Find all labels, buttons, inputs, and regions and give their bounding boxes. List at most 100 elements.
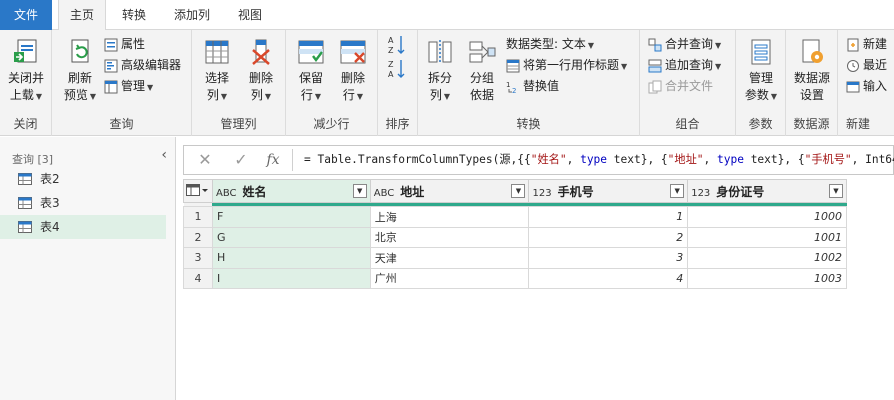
manage-parameters-button[interactable]: 管理 参数 ▼ xyxy=(739,36,783,105)
column-header-address[interactable]: ABC 地址 ▼ xyxy=(369,179,530,203)
manage-parameters-icon xyxy=(751,39,771,65)
cell-id-number[interactable]: 1000 xyxy=(687,206,847,228)
tab-view[interactable]: 视图 xyxy=(226,0,274,30)
table-row: 3 H 天津 3 1002 xyxy=(183,247,847,269)
split-column-button[interactable]: 拆分 列 ▼ xyxy=(420,36,460,105)
row-number[interactable]: 1 xyxy=(183,206,213,228)
append-queries-button[interactable]: 追加查询 ▼ xyxy=(648,55,721,75)
query-item-table4[interactable]: 表4 xyxy=(0,215,166,239)
group-combine: 合并查询 ▼ 追加查询 ▼ 合并文件 组合 xyxy=(640,30,736,136)
table-row: 4 I 广州 4 1003 xyxy=(183,267,847,289)
tab-home[interactable]: 主页 xyxy=(58,0,106,31)
filter-dropdown-icon[interactable]: ▼ xyxy=(511,184,526,198)
group-label-close: 关闭 xyxy=(13,117,38,131)
row-number[interactable]: 4 xyxy=(183,267,213,289)
filter-dropdown-icon[interactable]: ▼ xyxy=(352,184,367,198)
remove-rows-button[interactable]: 删除 行 ▼ xyxy=(332,36,374,105)
cell-name[interactable]: H xyxy=(211,247,371,269)
use-first-row-as-headers-button[interactable]: 将第一行用作标题 ▼ xyxy=(506,55,627,75)
cell-id-number[interactable]: 1003 xyxy=(687,267,847,289)
sort-descending-icon: ZA xyxy=(388,60,405,79)
number-type-icon[interactable]: 123 xyxy=(532,188,551,199)
text-type-icon[interactable]: ABC xyxy=(216,188,237,199)
advanced-editor-icon xyxy=(104,59,118,72)
cell-phone[interactable]: 4 xyxy=(528,267,689,289)
group-label-datasource: 数据源 xyxy=(793,117,830,131)
cell-name[interactable]: F xyxy=(211,206,371,228)
formula-separator xyxy=(292,149,293,171)
group-manage-columns: 选择 列 ▼ 删除 列 ▼ 管理列 xyxy=(192,30,286,136)
number-type-icon[interactable]: 123 xyxy=(691,188,710,199)
sort-ascending-button[interactable]: AZ xyxy=(388,34,408,56)
remove-columns-button[interactable]: 删除 列 ▼ xyxy=(240,36,282,105)
collapse-pane-icon[interactable]: ‹ xyxy=(161,147,167,163)
group-datasource: 数据源 设置 数据源 xyxy=(786,30,838,136)
enter-data-icon xyxy=(846,81,860,92)
close-and-load-button[interactable]: 关闭并 上载 ▼ xyxy=(4,36,48,105)
table-icon xyxy=(18,221,32,233)
query-item-table2[interactable]: 表2 xyxy=(0,167,166,191)
keep-rows-button[interactable]: 保留 行 ▼ xyxy=(290,36,332,105)
column-header-name[interactable]: ABC 姓名 ▼ xyxy=(211,179,371,203)
properties-icon xyxy=(104,38,118,51)
group-sort: AZ ZA 排序 xyxy=(378,30,418,136)
data-source-settings-icon xyxy=(802,39,823,63)
formula-input[interactable]: = Table.TransformColumnTypes(源,{{"姓名", t… xyxy=(304,146,894,174)
recent-sources-button[interactable]: 最近 xyxy=(846,55,887,75)
svg-text:A: A xyxy=(388,70,394,79)
cancel-formula-icon[interactable]: ✕ xyxy=(188,146,222,174)
table-icon xyxy=(18,197,32,209)
column-header-id-number[interactable]: 123 身份证号 ▼ xyxy=(687,179,847,203)
close-load-icon xyxy=(14,39,37,63)
insert-function-icon[interactable]: fx xyxy=(256,146,290,174)
filter-dropdown-icon[interactable]: ▼ xyxy=(670,184,685,198)
refresh-preview-button[interactable]: 刷新 预览 ▼ xyxy=(58,36,102,105)
keep-rows-icon xyxy=(298,40,324,64)
group-label-combine: 组合 xyxy=(675,117,700,131)
combine-files-button[interactable]: 合并文件 xyxy=(648,76,713,96)
split-column-icon xyxy=(428,40,452,64)
enter-data-button[interactable]: 输入 xyxy=(846,76,887,96)
tab-file[interactable]: 文件 xyxy=(0,0,52,30)
cell-id-number[interactable]: 1001 xyxy=(687,226,847,248)
filter-dropdown-icon[interactable]: ▼ xyxy=(829,184,843,198)
data-type-dropdown[interactable]: 数据类型: 文本 ▼ xyxy=(506,34,594,54)
sort-descending-button[interactable]: ZA xyxy=(388,58,408,80)
cell-phone[interactable]: 1 xyxy=(528,206,689,228)
cell-address[interactable]: 北京 xyxy=(369,226,530,248)
remove-rows-icon xyxy=(340,40,366,64)
svg-text:Z: Z xyxy=(388,60,394,69)
advanced-editor-button[interactable]: 高级编辑器 xyxy=(104,55,181,75)
properties-button[interactable]: 属性 xyxy=(104,34,145,54)
cell-id-number[interactable]: 1002 xyxy=(687,247,847,269)
group-close: 关闭并 上载 ▼ 关闭 xyxy=(0,30,52,136)
group-query: 刷新 预览 ▼ 属性 高级编辑器 管理 ▼ 查询 xyxy=(52,30,192,136)
row-number[interactable]: 3 xyxy=(183,247,213,269)
new-source-button[interactable]: 新建 xyxy=(846,34,887,54)
replace-values-button[interactable]: 1 2 替换值 xyxy=(506,76,559,96)
manage-query-button[interactable]: 管理 ▼ xyxy=(104,76,153,96)
cell-phone[interactable]: 3 xyxy=(528,247,689,269)
choose-columns-icon xyxy=(205,40,229,64)
svg-text:A: A xyxy=(388,36,394,45)
tab-add-column[interactable]: 添加列 xyxy=(162,0,222,30)
cell-name[interactable]: G xyxy=(211,226,371,248)
choose-columns-button[interactable]: 选择 列 ▼ xyxy=(196,36,238,105)
table-menu-button[interactable] xyxy=(183,179,213,203)
group-new-query: 新建 最近 输入 新建 xyxy=(838,30,894,136)
cell-address[interactable]: 上海 xyxy=(369,206,530,228)
data-source-settings-button[interactable]: 数据源 设置 xyxy=(789,36,835,104)
text-type-icon[interactable]: ABC xyxy=(374,188,395,199)
query-item-table3[interactable]: 表3 xyxy=(0,191,166,215)
cell-address[interactable]: 天津 xyxy=(369,247,530,269)
confirm-formula-icon[interactable]: ✓ xyxy=(224,146,258,174)
cell-phone[interactable]: 2 xyxy=(528,226,689,248)
column-header-phone[interactable]: 123 手机号 ▼ xyxy=(528,179,689,203)
tab-transform[interactable]: 转换 xyxy=(110,0,158,30)
cell-name[interactable]: I xyxy=(211,267,371,289)
cell-address[interactable]: 广州 xyxy=(369,267,530,289)
row-number[interactable]: 2 xyxy=(183,226,213,248)
replace-values-icon: 12 xyxy=(506,81,516,95)
group-by-button[interactable]: 分组 依据 xyxy=(462,36,502,104)
merge-queries-button[interactable]: 合并查询 ▼ xyxy=(648,34,721,54)
